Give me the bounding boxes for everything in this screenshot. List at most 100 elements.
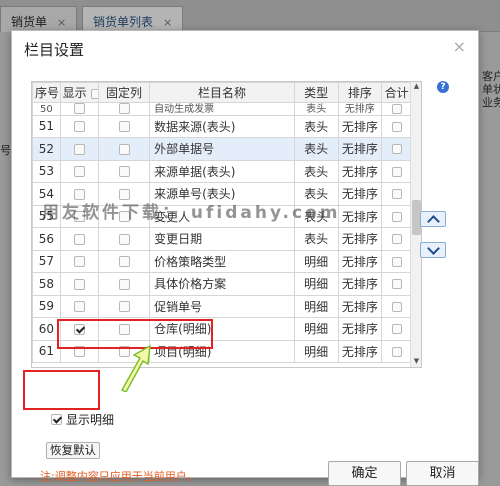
- close-icon[interactable]: ×: [163, 16, 172, 29]
- fixed-checkbox[interactable]: [118, 166, 130, 178]
- tab-sales-order[interactable]: 销货单 ×: [0, 6, 78, 32]
- column-sort[interactable]: 无排序: [337, 272, 383, 296]
- header-fixed: 固定列: [97, 82, 151, 103]
- column-type: 表头: [293, 227, 339, 251]
- user-scope-note: 注:调整内容只应用于当前用户。: [40, 470, 198, 483]
- column-sort[interactable]: 无排序: [337, 339, 383, 363]
- show-detail-option[interactable]: 显示明细: [51, 411, 114, 428]
- column-sort[interactable]: 无排序: [337, 227, 383, 251]
- row-no: 58: [32, 272, 61, 296]
- row-no: 51: [32, 114, 61, 138]
- background-field-label: 号: [0, 144, 11, 157]
- show-checkbox[interactable]: [73, 166, 85, 178]
- move-down-button[interactable]: [420, 242, 446, 258]
- dialog-title: 栏目设置: [24, 41, 85, 59]
- table-row[interactable]: 56 变更日期 表头 无排序: [32, 227, 412, 251]
- close-icon[interactable]: ×: [453, 37, 466, 56]
- column-sort[interactable]: 无排序: [337, 317, 383, 341]
- total-checkbox[interactable]: [391, 211, 402, 222]
- column-type: 表头: [293, 137, 339, 161]
- ok-button[interactable]: 确定: [328, 461, 401, 486]
- cancel-button[interactable]: 取消: [406, 461, 479, 486]
- row-no: 52: [32, 137, 61, 161]
- fixed-checkbox[interactable]: [118, 256, 130, 268]
- total-checkbox[interactable]: [391, 166, 402, 177]
- column-sort[interactable]: 无排序: [337, 159, 383, 183]
- show-checkbox[interactable]: [73, 103, 85, 114]
- tab-label: 销货单列表: [93, 15, 154, 29]
- table-row[interactable]: 57 价格策略类型 明细 无排序: [32, 249, 412, 273]
- scroll-down-icon[interactable]: ▼: [412, 357, 421, 367]
- header-total: 合计: [381, 82, 412, 103]
- table-row[interactable]: 51 数据来源(表头) 表头 无排序: [32, 114, 412, 138]
- total-checkbox[interactable]: [391, 189, 402, 200]
- column-sort[interactable]: 无排序: [337, 294, 383, 318]
- tab-sales-order-list[interactable]: 销货单列表 ×: [82, 6, 184, 32]
- total-checkbox[interactable]: [391, 324, 402, 335]
- total-checkbox[interactable]: [391, 346, 402, 357]
- column-type: 明细: [293, 249, 339, 273]
- show-detail-label: 显示明细: [66, 413, 115, 427]
- restore-default-button[interactable]: 恢复默认: [46, 442, 100, 459]
- table-row[interactable]: 53 来源单据(表头) 表头 无排序: [32, 159, 412, 183]
- scroll-up-icon[interactable]: ▲: [412, 82, 421, 92]
- column-settings-dialog: 栏目设置 × ? 序号 显示 固定列 栏目名称 类型 排序 合计 50 自动生成…: [11, 30, 479, 486]
- fixed-checkbox[interactable]: [118, 103, 130, 114]
- total-checkbox[interactable]: [391, 256, 402, 267]
- column-type: 明细: [293, 272, 339, 296]
- total-checkbox[interactable]: [391, 279, 402, 290]
- fixed-checkbox[interactable]: [118, 233, 130, 245]
- annotation-arrow-icon: [120, 344, 151, 392]
- fixed-checkbox[interactable]: [118, 278, 130, 290]
- background-field-labels: 客户 单状 业务员: [482, 70, 500, 110]
- table-row[interactable]: 59 促销单号 明细 无排序: [32, 294, 412, 318]
- show-checkbox[interactable]: [73, 278, 85, 290]
- column-name: 促销单号: [149, 294, 295, 318]
- total-checkbox[interactable]: [391, 144, 402, 155]
- row-no: 59: [32, 294, 61, 318]
- show-checkbox[interactable]: [73, 143, 85, 155]
- fixed-checkbox[interactable]: [118, 301, 130, 313]
- total-checkbox[interactable]: [391, 301, 402, 312]
- table-row-partial[interactable]: 50 自动生成发票 表头 无排序: [32, 102, 412, 116]
- column-name: 外部单据号: [149, 137, 295, 161]
- annotation-highlight-show-detail: [23, 370, 100, 410]
- total-checkbox[interactable]: [391, 103, 402, 114]
- header-show[interactable]: 显示: [59, 82, 99, 103]
- column-name: 价格策略类型: [149, 249, 295, 273]
- show-checkbox[interactable]: [73, 301, 85, 313]
- show-detail-checkbox[interactable]: [51, 414, 62, 425]
- column-sort[interactable]: 无排序: [337, 137, 383, 161]
- header-sort: 排序: [337, 82, 383, 103]
- header-column-name: 栏目名称: [149, 82, 295, 103]
- move-up-button[interactable]: [420, 211, 446, 227]
- show-checkbox[interactable]: [73, 121, 85, 133]
- fixed-checkbox[interactable]: [118, 143, 130, 155]
- show-checkbox[interactable]: [73, 256, 85, 268]
- select-all-checkbox[interactable]: [90, 88, 98, 99]
- tab-strip: 销货单 × 销货单列表 ×: [0, 0, 500, 32]
- table-row[interactable]: 52 外部单据号 表头 无排序: [32, 137, 412, 161]
- tab-label: 销货单: [11, 15, 48, 29]
- table-row[interactable]: 58 具体价格方案 明细 无排序: [32, 272, 412, 296]
- row-no: 53: [32, 159, 61, 183]
- column-name: 数据来源(表头): [149, 114, 295, 138]
- watermark: 用友软件下载： ufidahy.com: [42, 203, 341, 223]
- total-checkbox[interactable]: [391, 121, 402, 132]
- total-checkbox[interactable]: [391, 234, 402, 245]
- column-type: 明细: [293, 294, 339, 318]
- show-checkbox[interactable]: [73, 233, 85, 245]
- fixed-checkbox[interactable]: [118, 121, 130, 133]
- column-name: 变更日期: [149, 227, 295, 251]
- column-sort[interactable]: 无排序: [337, 204, 383, 228]
- column-sort[interactable]: 无排序: [337, 114, 383, 138]
- help-icon[interactable]: ?: [437, 81, 449, 93]
- column-type: 表头: [293, 114, 339, 138]
- column-sort[interactable]: 无排序: [337, 249, 383, 273]
- column-sort[interactable]: 无排序: [337, 182, 383, 206]
- column-name: 具体价格方案: [149, 272, 295, 296]
- row-no: 57: [32, 249, 61, 273]
- column-type: 明细: [293, 339, 339, 363]
- close-icon[interactable]: ×: [57, 16, 66, 29]
- column-name: 来源单据(表头): [149, 159, 295, 183]
